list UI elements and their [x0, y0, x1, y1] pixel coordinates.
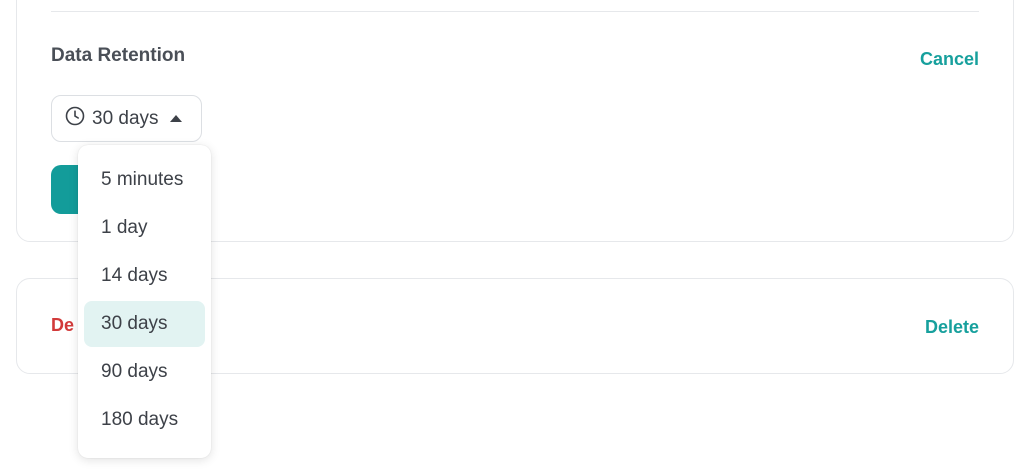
retention-option[interactable]: 180 days: [84, 397, 205, 443]
section-divider: [51, 11, 979, 12]
retention-option[interactable]: 1 day: [84, 205, 205, 251]
delete-button[interactable]: Delete: [925, 317, 979, 338]
retention-selected-value: 30 days: [92, 107, 159, 129]
cancel-button[interactable]: Cancel: [920, 49, 979, 70]
settings-page: Data Retention Cancel 30 days De Delete …: [0, 0, 1024, 471]
retention-option[interactable]: 14 days: [84, 253, 205, 299]
danger-zone-label: De: [51, 315, 75, 335]
retention-option-selected[interactable]: 30 days: [84, 301, 205, 347]
retention-option[interactable]: 5 minutes: [84, 157, 205, 203]
clock-icon: [65, 106, 85, 132]
caret-up-icon: [169, 115, 182, 122]
retention-dropdown-menu: 5 minutes 1 day 14 days 30 days 90 days …: [78, 145, 211, 458]
retention-period-select[interactable]: 30 days: [51, 95, 202, 142]
data-retention-title: Data Retention: [51, 45, 186, 66]
retention-option[interactable]: 90 days: [84, 349, 205, 395]
